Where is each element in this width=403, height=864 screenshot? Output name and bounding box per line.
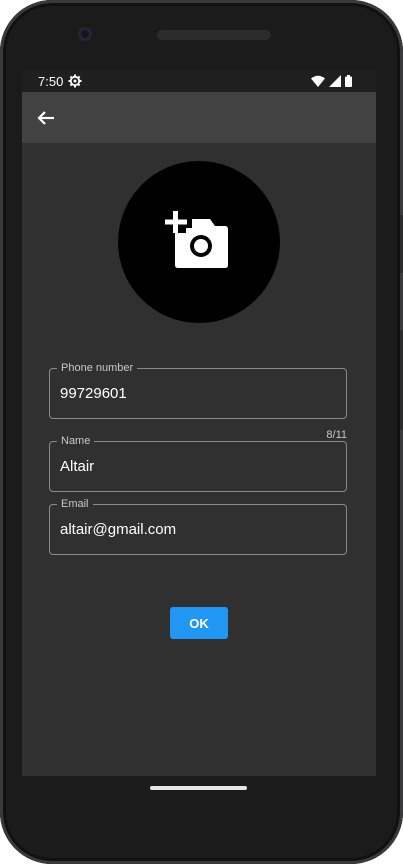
settings-gear-icon [68, 74, 82, 91]
home-gesture-bar[interactable] [150, 786, 247, 790]
front-camera [78, 27, 92, 41]
signal-icon [329, 75, 341, 87]
ok-button[interactable]: OK [170, 607, 228, 639]
app-screen: 7:50 Phone number 99729601 8/11 Name Alt… [22, 71, 376, 776]
email-field[interactable]: Email altair@gmail.com [49, 497, 347, 555]
name-label: Name [57, 434, 95, 448]
earpiece-speaker [157, 30, 271, 40]
status-icons [311, 75, 352, 87]
name-field[interactable]: Name Altair [49, 434, 347, 492]
avatar-add-photo-button[interactable] [118, 161, 280, 323]
phone-frame: 7:50 Phone number 99729601 8/11 Name Alt… [0, 0, 403, 864]
add-photo-camera-icon [165, 211, 228, 268]
email-value: altair@gmail.com [60, 521, 177, 538]
phone-number-field[interactable]: Phone number 99729601 [49, 361, 347, 419]
name-char-counter: 8/11 [326, 429, 347, 441]
battery-icon [345, 75, 352, 87]
phone-number-value: 99729601 [60, 385, 127, 402]
name-value: Altair [60, 458, 95, 475]
wifi-icon [311, 75, 325, 87]
status-bar: 7:50 [22, 71, 376, 92]
email-label: Email [57, 497, 93, 511]
arrow-back-icon [37, 111, 54, 125]
app-bar [22, 92, 376, 143]
phone-number-label: Phone number [57, 361, 138, 375]
back-button[interactable] [32, 104, 60, 132]
status-time: 7:50 [38, 74, 64, 89]
